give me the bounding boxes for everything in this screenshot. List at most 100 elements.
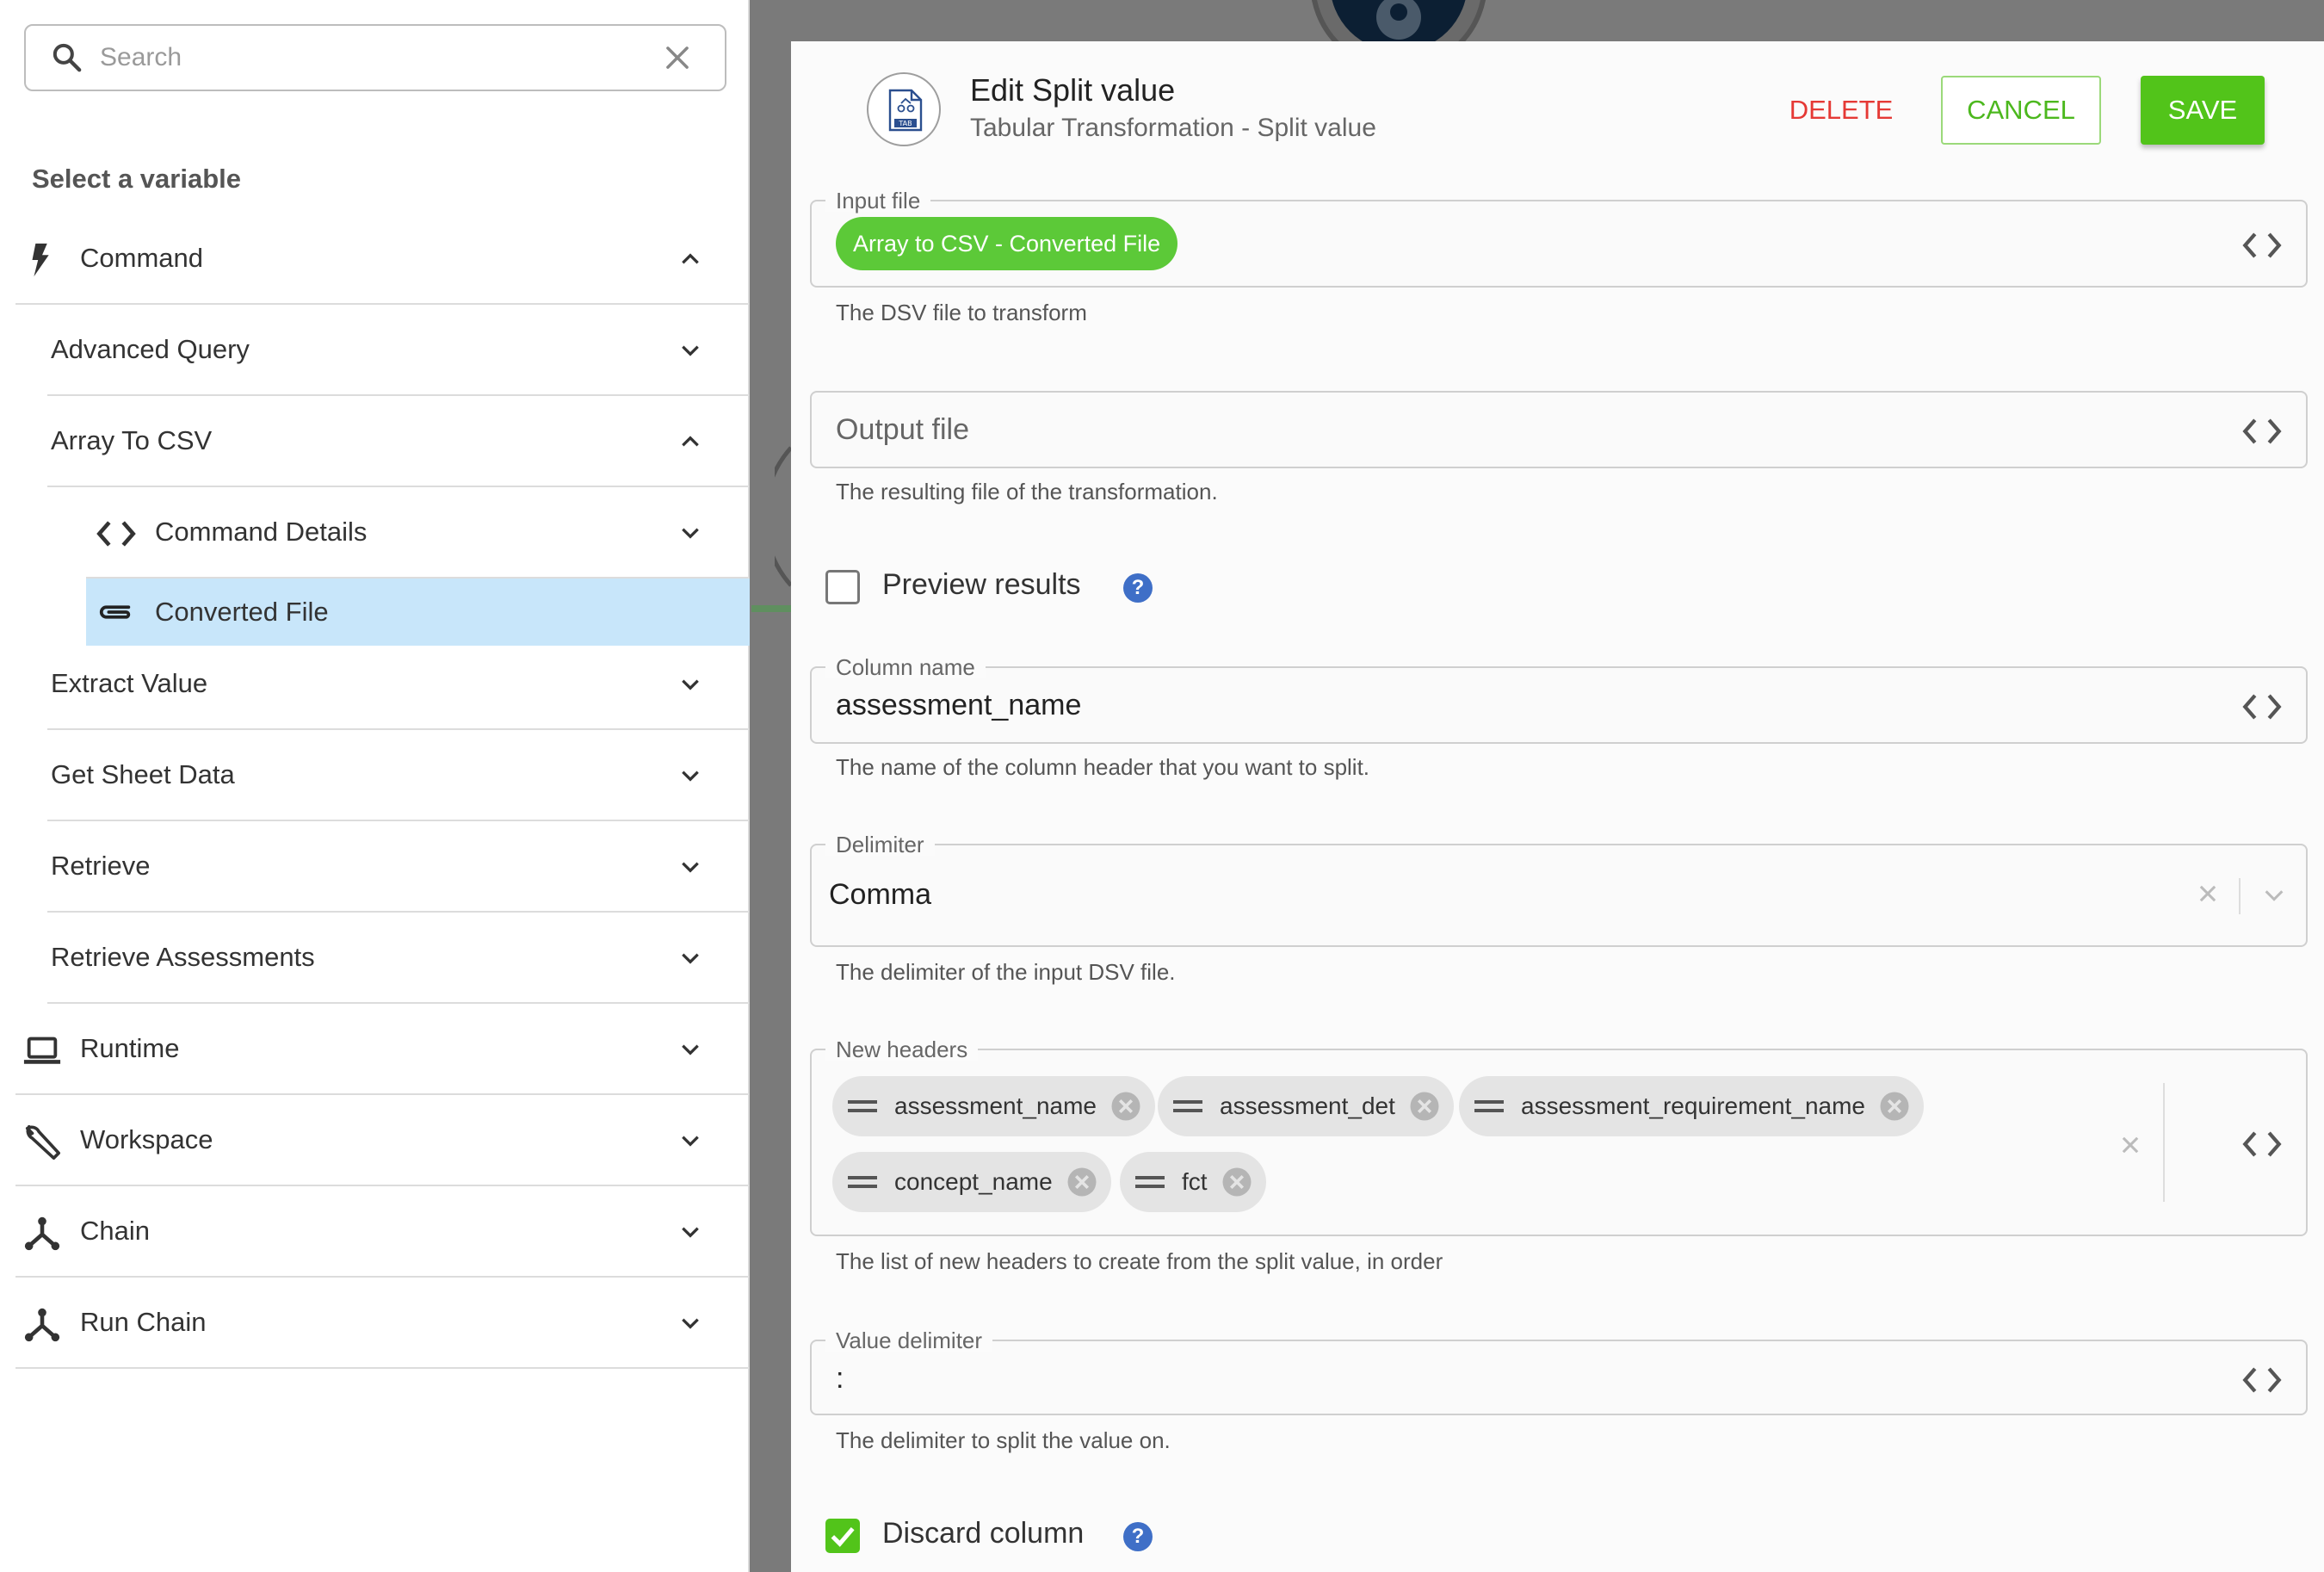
delimiter-value: Comma [829, 878, 932, 911]
header-chip-label: concept_name [894, 1168, 1053, 1195]
chevron-down-icon[interactable] [2261, 883, 2287, 907]
tree-item-label: Retrieve [51, 851, 151, 881]
header-chip[interactable]: assessment_requirement_name [1459, 1076, 1924, 1136]
tree-item-label: Array To CSV [51, 425, 213, 455]
background-node-avatar [1311, 0, 1486, 43]
clear-icon[interactable] [2196, 882, 2220, 906]
output-file-field[interactable]: Output file [810, 391, 2308, 468]
tree-item-array-to-csv[interactable]: Array To CSV [47, 396, 750, 487]
value-delimiter-field[interactable]: Value delimiter : [810, 1329, 2308, 1415]
value-delimiter-helper: The delimiter to split the value on. [836, 1427, 1171, 1453]
save-button[interactable]: SAVE [2141, 76, 2265, 145]
background-connector [751, 605, 791, 612]
chevron-down-icon[interactable] [679, 856, 702, 878]
code-icon[interactable] [2242, 1365, 2282, 1395]
background-node-edge [775, 446, 791, 587]
drag-handle-icon[interactable] [848, 1098, 877, 1115]
search-input[interactable] [100, 43, 661, 72]
remove-chip-icon[interactable] [1066, 1167, 1097, 1198]
header-chip[interactable]: assessment_name [832, 1076, 1156, 1136]
remove-chip-icon[interactable] [1409, 1091, 1440, 1122]
drag-handle-icon[interactable] [1135, 1173, 1165, 1191]
drag-handle-icon[interactable] [1173, 1098, 1202, 1115]
laptop-icon [23, 1037, 61, 1064]
tree-item-runtime[interactable]: Runtime [15, 1004, 750, 1095]
tree-item-label: Get Sheet Data [51, 759, 235, 789]
code-icon[interactable] [2242, 231, 2282, 260]
discard-column-checkbox[interactable] [825, 1519, 860, 1553]
tree-item-command-details[interactable]: Command Details [86, 487, 750, 579]
checkmark-icon [831, 1527, 855, 1547]
remove-chip-icon[interactable] [1879, 1091, 1910, 1122]
remove-chip-icon[interactable] [1110, 1091, 1141, 1122]
tree-item-label: Command Details [155, 517, 368, 547]
delimiter-select[interactable]: Delimiter Comma [810, 833, 2308, 947]
variable-panel: Select a variable Command Advanced Query… [0, 0, 750, 1572]
value-delimiter-label: Value delimiter [825, 1329, 993, 1352]
tree-item-label: Advanced Query [51, 334, 250, 364]
edit-dialog: TAB Edit Split value Tabular Transformat… [791, 41, 2324, 1572]
column-name-field[interactable]: Column name assessment_name [810, 656, 2308, 744]
select-divider [2239, 878, 2241, 914]
output-file-placeholder: Output file [836, 413, 969, 446]
tree-item-label: Runtime [80, 1033, 180, 1063]
chevron-down-icon[interactable] [679, 1038, 702, 1061]
header-chip[interactable]: concept_name [832, 1152, 1111, 1212]
tree-item-label: Extract Value [51, 668, 208, 698]
tree-item-get-sheet-data[interactable]: Get Sheet Data [47, 730, 750, 821]
column-name-value: assessment_name [836, 689, 1082, 721]
chevron-down-icon[interactable] [679, 1312, 702, 1334]
code-icon[interactable] [2242, 1129, 2282, 1159]
field-divider [2163, 1083, 2165, 1202]
cancel-button[interactable]: CANCEL [1941, 76, 2101, 145]
dialog-title: Edit Split value [970, 72, 1176, 108]
tree-item-run-chain[interactable]: Run Chain [15, 1278, 750, 1369]
chevron-down-icon[interactable] [679, 764, 702, 787]
clear-all-icon[interactable] [2118, 1133, 2142, 1157]
lightning-icon [32, 243, 49, 277]
new-headers-field[interactable]: New headers assessment_name assessment_d… [810, 1038, 2308, 1236]
header-chip-label: assessment_det [1220, 1092, 1395, 1119]
code-icon[interactable] [2242, 417, 2282, 446]
tree-item-converted-file[interactable]: Converted File [86, 579, 750, 646]
input-file-chip[interactable]: Array to CSV - Converted File [836, 217, 1178, 270]
value-delimiter-value: : [836, 1362, 844, 1395]
tree-item-workspace[interactable]: Workspace [15, 1095, 750, 1186]
paperclip-icon [99, 605, 131, 619]
help-icon[interactable]: ? [1123, 573, 1153, 603]
clear-search-icon[interactable] [661, 41, 694, 74]
dialog-subtitle: Tabular Transformation - Split value [970, 114, 1376, 142]
tree-item-command[interactable]: Command [15, 214, 750, 305]
tree-item-label: Run Chain [80, 1307, 207, 1337]
search-box [24, 24, 726, 91]
tree-item-extract-value[interactable]: Extract Value [47, 639, 750, 730]
header-chip[interactable]: fct [1120, 1152, 1266, 1212]
chevron-down-icon[interactable] [679, 1129, 702, 1152]
tree-item-chain[interactable]: Chain [15, 1186, 750, 1278]
tree-item-retrieve[interactable]: Retrieve [47, 821, 750, 913]
chevron-down-icon[interactable] [679, 522, 702, 544]
input-file-field[interactable]: Input file Array to CSV - Converted File [810, 189, 2308, 288]
preview-results-checkbox[interactable] [825, 570, 860, 604]
chevron-up-icon[interactable] [679, 430, 702, 453]
chevron-down-icon[interactable] [679, 673, 702, 696]
chevron-down-icon[interactable] [679, 339, 702, 362]
chevron-down-icon[interactable] [679, 1221, 702, 1243]
tree-item-advanced-query[interactable]: Advanced Query [47, 305, 750, 396]
delete-button[interactable]: DELETE [1772, 76, 1910, 145]
remove-chip-icon[interactable] [1221, 1167, 1252, 1198]
chevron-up-icon[interactable] [679, 248, 702, 270]
tree-item-label: Command [80, 243, 203, 273]
tree-item-retrieve-assessments[interactable]: Retrieve Assessments [47, 913, 750, 1004]
input-file-label: Input file [825, 189, 931, 212]
column-name-label: Column name [825, 656, 986, 678]
header-chip[interactable]: assessment_det [1158, 1076, 1454, 1136]
panel-heading: Select a variable [32, 164, 241, 194]
chevron-down-icon[interactable] [679, 947, 702, 969]
drag-handle-icon[interactable] [1474, 1098, 1504, 1115]
code-icon[interactable] [2242, 692, 2282, 721]
help-icon[interactable]: ? [1123, 1522, 1153, 1551]
svg-text:TAB: TAB [898, 120, 912, 127]
drag-handle-icon[interactable] [848, 1173, 877, 1191]
input-file-helper: The DSV file to transform [836, 300, 1087, 325]
